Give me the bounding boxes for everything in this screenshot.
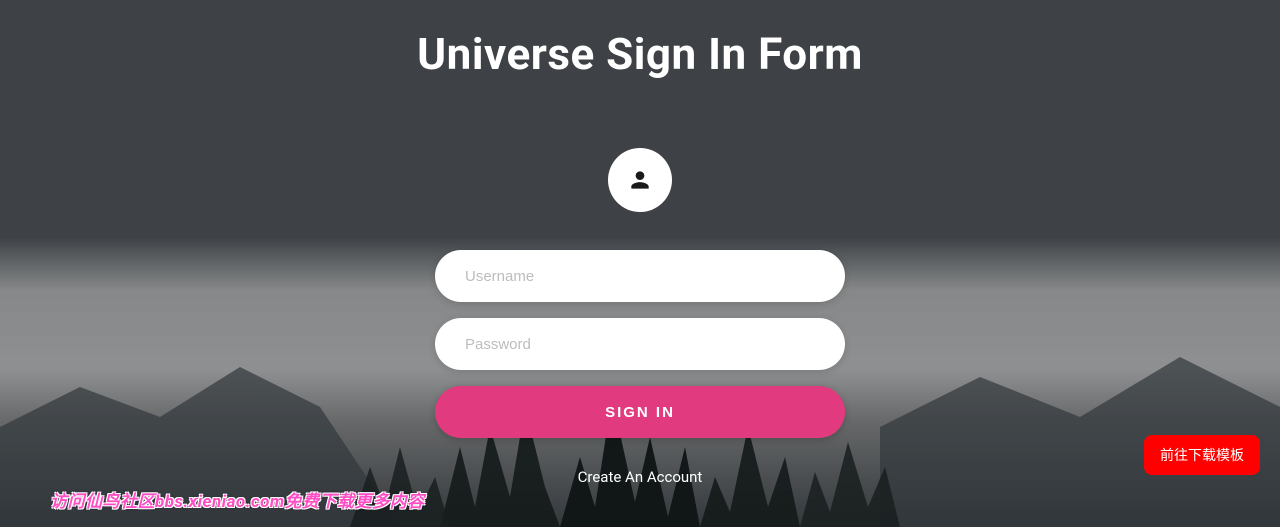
download-template-button[interactable]: 前往下载模板 [1144,435,1260,475]
password-input[interactable] [435,318,845,370]
username-input[interactable] [435,250,845,302]
main-container: Universe Sign In Form SIGN IN Create An … [0,0,1280,527]
avatar-circle [608,148,672,212]
signin-form: SIGN IN [435,250,845,438]
signin-button[interactable]: SIGN IN [435,386,845,438]
watermark-text: 访问仙鸟社区bbs.xieniao.com免费下载更多内容 [50,487,425,512]
page-title: Universe Sign In Form [417,28,863,80]
user-icon [627,167,653,193]
create-account-link[interactable]: Create An Account [578,468,703,486]
